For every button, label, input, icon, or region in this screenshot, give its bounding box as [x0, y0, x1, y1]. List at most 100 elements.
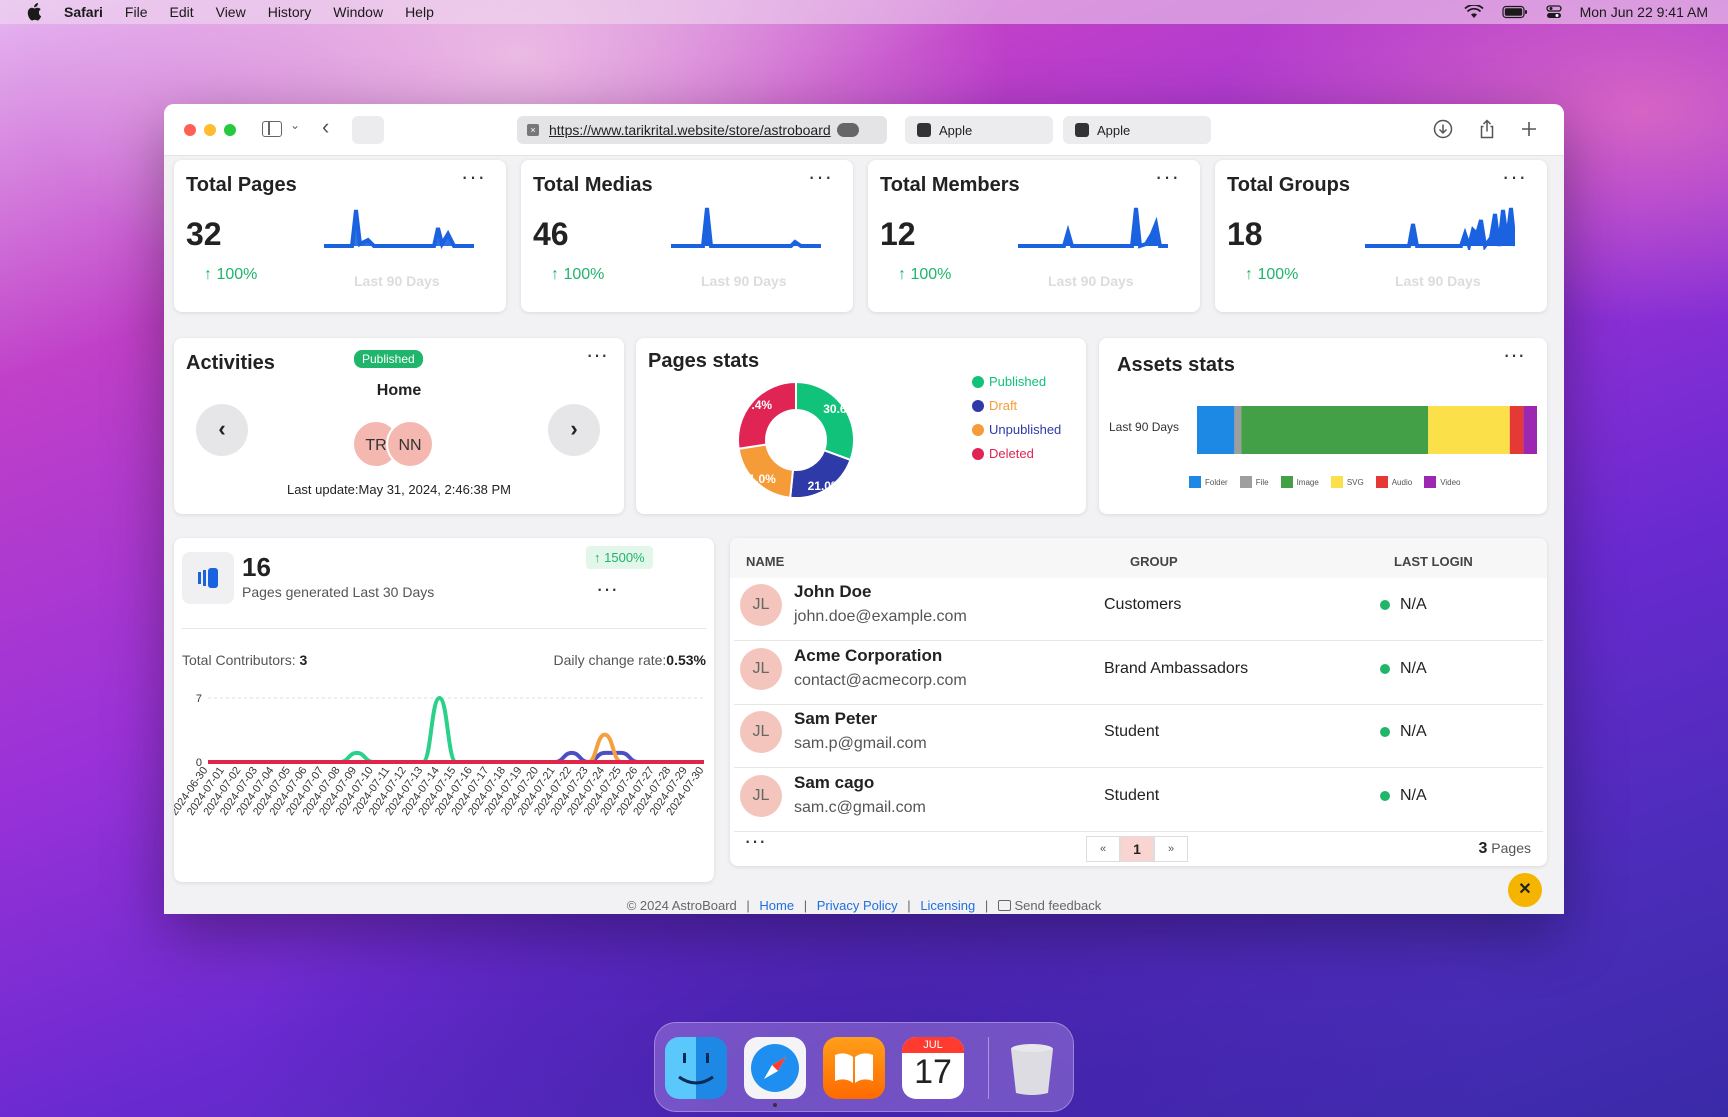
footer-privacy-link[interactable]: Privacy Policy	[817, 898, 898, 913]
bar-segment-folder[interactable]	[1197, 406, 1235, 454]
footer-home-link[interactable]: Home	[759, 898, 794, 913]
column-header-last-login[interactable]: LAST LOGIN	[1394, 554, 1473, 569]
member-last-login: N/A	[1380, 723, 1427, 741]
send-feedback-link[interactable]: Send feedback	[1015, 898, 1102, 913]
minimize-window-button[interactable]	[204, 124, 216, 136]
more-options-icon[interactable]: ···	[586, 342, 608, 368]
legend-svg[interactable]: SVG	[1330, 476, 1364, 488]
member-name[interactable]: Sam Peter	[794, 709, 877, 729]
next-button[interactable]: ›	[548, 404, 600, 456]
bar-segment-image[interactable]	[1241, 406, 1429, 454]
feedback-icon[interactable]	[997, 900, 1011, 911]
legend-unpublished[interactable]: Unpublished	[972, 422, 1061, 437]
collapse-icon[interactable]: ✕	[1508, 873, 1542, 907]
series-line-0[interactable]	[208, 696, 704, 764]
legend-deleted[interactable]: Deleted	[972, 446, 1034, 461]
menu-history[interactable]: History	[268, 4, 312, 20]
bar-segment-svg[interactable]	[1428, 406, 1510, 454]
legend-dot	[972, 423, 984, 436]
tab-label: Apple	[939, 122, 973, 138]
chevron-down-icon[interactable]: ⌄	[290, 118, 300, 132]
bar-segment-file[interactable]	[1234, 406, 1242, 454]
books-icon[interactable]	[823, 1037, 885, 1099]
pie-slice-deleted[interactable]	[737, 380, 797, 450]
tab-overview-button[interactable]	[352, 116, 384, 144]
member-email: sam.p@gmail.com	[794, 735, 927, 752]
download-icon[interactable]	[1432, 118, 1454, 140]
pages-generated-card: 16 Pages generated Last 30 Days ↑ 1500% …	[174, 538, 714, 882]
member-name[interactable]: Acme Corporation	[794, 646, 942, 666]
pagination-next[interactable]: »	[1154, 836, 1188, 862]
apple-menu-icon[interactable]	[26, 3, 42, 21]
column-header-group[interactable]: GROUP	[1130, 554, 1178, 569]
stat-value: 32	[186, 216, 222, 252]
menu-help[interactable]: Help	[405, 4, 434, 20]
menu-view[interactable]: View	[216, 4, 246, 20]
legend-swatch	[1280, 476, 1293, 488]
sparkline-medias	[671, 207, 821, 248]
legend-audio[interactable]: Audio	[1375, 476, 1412, 488]
member-name[interactable]: Sam cago	[794, 773, 874, 793]
stat-value: 12	[880, 216, 916, 252]
menu-app-name[interactable]: Safari	[64, 4, 103, 20]
more-options-icon[interactable]: ···	[808, 164, 833, 190]
safari-compass	[751, 1044, 799, 1092]
stat-card-members: Total Members ··· 12 ↑ 100% Last 90 Days	[868, 160, 1200, 312]
tab-apple-2[interactable]: Apple	[1063, 116, 1211, 144]
more-options-icon[interactable]: ···	[1502, 164, 1527, 190]
close-window-button[interactable]	[184, 124, 196, 136]
avatar[interactable]: NN	[386, 420, 434, 468]
new-tab-icon[interactable]	[1518, 118, 1540, 140]
member-last-login: N/A	[1380, 596, 1427, 614]
last-login-value: N/A	[1400, 596, 1427, 613]
zoom-window-button[interactable]	[224, 124, 236, 136]
more-options-icon[interactable]: ···	[461, 164, 486, 190]
column-header-name[interactable]: NAME	[746, 554, 784, 569]
member-name[interactable]: John Doe	[794, 582, 871, 602]
wifi-icon[interactable]	[1463, 5, 1484, 19]
bar-segment-video[interactable]	[1523, 406, 1537, 454]
pie-slice-published[interactable]	[795, 380, 855, 462]
more-options-icon[interactable]: ···	[1155, 164, 1180, 190]
bar-segment-audio[interactable]	[1509, 406, 1524, 454]
menu-window[interactable]: Window	[333, 4, 383, 20]
url-text[interactable]: https://www.tarikrital.website/store/ast…	[549, 122, 831, 138]
menu-clock[interactable]: Mon Jun 22 9:41 AM	[1580, 4, 1708, 20]
share-icon[interactable]	[1476, 118, 1498, 140]
legend-label: Video	[1440, 477, 1461, 487]
pages-stats-title: Pages stats	[648, 350, 760, 372]
trash-icon[interactable]	[1001, 1037, 1063, 1099]
more-options-icon[interactable]: ···	[744, 828, 766, 854]
legend-folder[interactable]: Folder	[1189, 476, 1228, 488]
footer: © 2024 AstroBoard | Home | Privacy Polic…	[626, 898, 1102, 913]
address-bar[interactable]: × https://www.tarikrital.website/store/a…	[517, 116, 887, 144]
stat-change: ↑ 100%	[1245, 266, 1299, 283]
menu-file[interactable]: File	[125, 4, 148, 20]
more-options-icon[interactable]: ···	[1503, 342, 1525, 368]
safari-icon[interactable]	[744, 1037, 806, 1099]
tab-label: Apple	[1097, 122, 1131, 138]
reader-icon[interactable]	[836, 123, 859, 137]
pie-slice-draft[interactable]	[737, 443, 795, 499]
pages-generated-value: 16	[242, 552, 271, 582]
control-center-icon[interactable]	[1545, 5, 1562, 19]
pagination-current[interactable]: 1	[1120, 836, 1154, 862]
close-tab-icon[interactable]: ×	[527, 124, 539, 136]
previous-button[interactable]: ‹	[196, 404, 248, 456]
calendar-icon[interactable]: JUL 17	[902, 1037, 964, 1099]
finder-icon[interactable]	[665, 1037, 727, 1099]
sidebar-toggle-icon[interactable]	[262, 121, 282, 137]
footer-licensing-link[interactable]: Licensing	[920, 898, 975, 913]
pagination-prev[interactable]: «	[1086, 836, 1120, 862]
menu-edit[interactable]: Edit	[169, 4, 193, 20]
more-options-icon[interactable]: ···	[596, 576, 618, 602]
legend-file[interactable]: File	[1239, 476, 1269, 488]
legend-video[interactable]: Video	[1424, 476, 1461, 488]
back-arrow-icon[interactable]: ‹	[322, 114, 329, 140]
tab-apple-1[interactable]: Apple	[905, 116, 1053, 144]
legend-image[interactable]: Image	[1280, 476, 1319, 488]
legend-draft[interactable]: Draft	[972, 398, 1017, 413]
assets-stats-card: Assets stats ··· Last 90 Days Folder File…	[1099, 338, 1547, 514]
battery-icon[interactable]	[1501, 5, 1528, 19]
legend-published[interactable]: Published	[972, 374, 1046, 389]
